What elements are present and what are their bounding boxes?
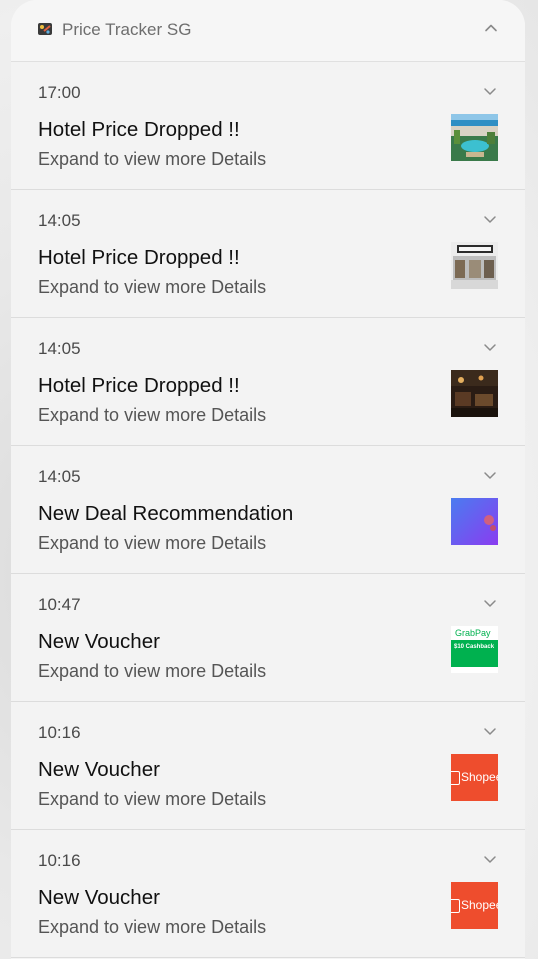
notification-body: Expand to view more Details [38, 661, 267, 681]
shopping-bag-icon [451, 899, 460, 913]
notification-item[interactable]: 14:05 Hotel Price Dropped !! Expand to v… [11, 190, 525, 318]
app-header[interactable]: Price Tracker SG [11, 0, 525, 62]
grabpay-cashback-label: $10 Cashback [454, 644, 495, 650]
notification-item[interactable]: 14:05 Hotel Price Dropped !! Expand to v… [11, 318, 525, 446]
notification-title: New Voucher [38, 886, 160, 909]
notification-item[interactable]: 10:16 New Voucher Expand to view more De… [11, 830, 525, 958]
chevron-down-icon[interactable] [483, 724, 497, 738]
notification-body: Expand to view more Details [38, 917, 267, 937]
chevron-down-icon[interactable] [483, 212, 497, 226]
chevron-down-icon[interactable] [483, 340, 497, 354]
grabpay-brand-label: GrabPay [455, 628, 491, 638]
notification-item[interactable]: 17:00 Hotel Price Dropped !! Expand to v… [11, 62, 525, 190]
notification-item[interactable]: 14:05 New Deal Recommendation Expand to … [11, 446, 525, 574]
notification-time: 14:05 [38, 339, 81, 358]
hotel-pool-thumbnail [451, 114, 498, 161]
notification-time: 10:16 [38, 723, 81, 742]
hotel-interior-thumbnail [451, 370, 498, 417]
shopping-bag-icon [451, 771, 460, 785]
notification-group: Price Tracker SG 17:00 Hotel Price Dropp… [11, 0, 525, 959]
shopee-brand-label: Shopee [461, 898, 498, 912]
notification-time: 17:00 [38, 83, 81, 102]
app-name: Price Tracker SG [62, 20, 192, 39]
notification-body: Expand to view more Details [38, 277, 267, 297]
notification-body: Expand to view more Details [38, 533, 267, 553]
notification-title: New Deal Recommendation [38, 502, 294, 525]
chevron-up-icon[interactable] [483, 20, 499, 36]
shopee-brand-label: Shopee [461, 770, 498, 784]
chevron-down-icon[interactable] [483, 468, 497, 482]
notification-title: Hotel Price Dropped !! [38, 374, 240, 397]
notification-body: Expand to view more Details [38, 405, 267, 425]
hotel-entrance-thumbnail [451, 242, 498, 289]
notification-body: Expand to view more Details [38, 149, 267, 169]
notification-time: 14:05 [38, 467, 81, 486]
notification-title: New Voucher [38, 758, 160, 781]
notification-item[interactable]: 10:47 New Voucher Expand to view more De… [11, 574, 525, 702]
shopee-logo-thumbnail: Shopee [451, 882, 498, 929]
chevron-down-icon[interactable] [483, 852, 497, 866]
chevron-down-icon[interactable] [483, 596, 497, 610]
notification-title: Hotel Price Dropped !! [38, 118, 240, 141]
notification-time: 10:16 [38, 851, 81, 870]
notification-title: New Voucher [38, 630, 160, 653]
notification-title: Hotel Price Dropped !! [38, 246, 240, 269]
notification-body: Expand to view more Details [38, 789, 267, 809]
grabpay-voucher-thumbnail: GrabPay $10 Cashback [451, 626, 498, 673]
chevron-down-icon[interactable] [483, 84, 497, 98]
price-tag-icon [37, 22, 53, 36]
deal-thumbnail [451, 498, 498, 545]
shopee-logo-thumbnail: Shopee [451, 754, 498, 801]
notification-time: 14:05 [38, 211, 81, 230]
notification-time: 10:47 [38, 595, 81, 614]
notification-item[interactable]: 10:16 New Voucher Expand to view more De… [11, 702, 525, 830]
